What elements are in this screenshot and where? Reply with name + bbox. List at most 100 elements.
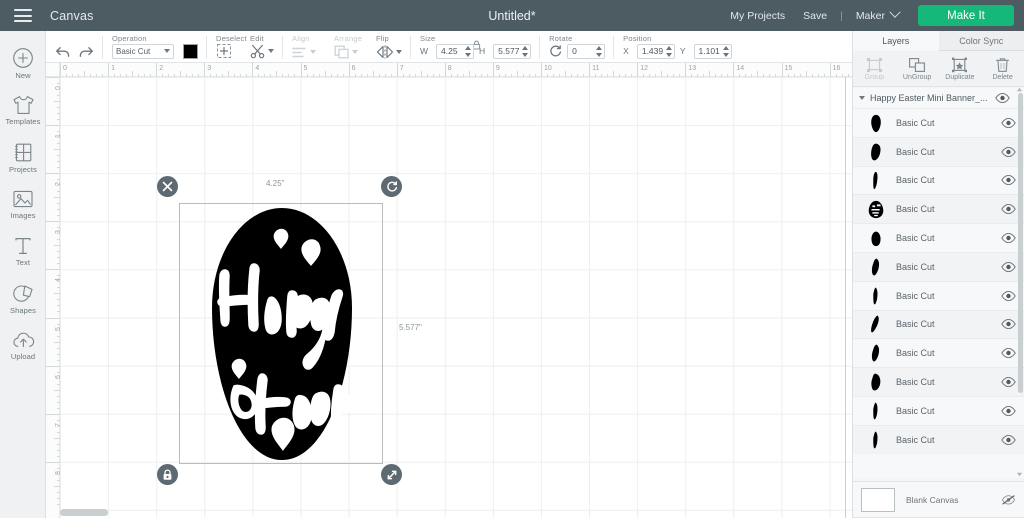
ungroup-button[interactable]: UnGroup [896, 51, 939, 86]
tab-layers[interactable]: Layers [853, 31, 939, 51]
edit-toolbar: Operation Basic Cut Deselect Edit Align … [46, 31, 852, 63]
width-stepper[interactable] [465, 45, 472, 57]
undo-icon[interactable] [55, 45, 72, 59]
layer-row[interactable]: Basic Cut [853, 395, 1024, 425]
rotate-icon[interactable] [549, 44, 562, 58]
redo-icon[interactable] [77, 45, 94, 59]
group-button[interactable]: Group [853, 51, 896, 86]
eye-icon[interactable] [1001, 290, 1016, 301]
make-it-button[interactable]: Make It [918, 5, 1014, 26]
eye-icon[interactable] [1001, 204, 1016, 215]
eye-icon[interactable] [1001, 261, 1016, 272]
layer-row[interactable]: Basic Cut [853, 223, 1024, 252]
chevron-down-icon [889, 6, 901, 18]
ruler-subtick [144, 74, 146, 77]
layer-row[interactable]: Basic Cut [853, 367, 1024, 396]
my-projects-button[interactable]: My Projects [721, 10, 794, 22]
layer-group-row[interactable]: Happy Easter Mini Banner_... [853, 88, 1024, 108]
ruler-subtick [57, 233, 60, 235]
ruler-subtick [462, 74, 464, 77]
resize-selection-handle[interactable] [381, 464, 402, 485]
edit-menu-button[interactable] [250, 44, 274, 59]
rotate-selection-handle[interactable] [381, 176, 402, 197]
blank-canvas-row[interactable]: Blank Canvas [853, 481, 1024, 517]
layer-row[interactable]: Basic Cut [853, 108, 1024, 137]
layer-row[interactable]: Basic Cut [853, 194, 1024, 224]
ruler-subtick [757, 71, 759, 77]
sidebar-item-new[interactable]: New [0, 40, 46, 87]
eye-icon[interactable] [1001, 319, 1016, 330]
eye-icon[interactable] [1001, 377, 1016, 388]
layer-name: Basic Cut [896, 261, 935, 272]
eye-icon[interactable] [995, 93, 1010, 103]
position-y-stepper[interactable] [722, 45, 729, 57]
layer-row[interactable]: Basic Cut [853, 424, 1024, 454]
layer-thumbnail [865, 313, 887, 335]
ruler-subtick [72, 74, 74, 77]
ruler-subtick [57, 119, 60, 121]
eye-icon[interactable] [1001, 117, 1016, 128]
chevron-down-icon[interactable] [859, 96, 865, 100]
sidebar-item-templates[interactable]: Templates [0, 87, 46, 134]
sidebar-item-text[interactable]: Text [0, 228, 46, 275]
blank-canvas-swatch[interactable] [861, 487, 895, 512]
layer-row[interactable]: Basic Cut [853, 338, 1024, 368]
layer-row[interactable]: Basic Cut [853, 136, 1024, 166]
sidebar-item-upload[interactable]: Upload [0, 322, 46, 369]
rotate-stepper[interactable] [596, 45, 603, 57]
sidebar-item-images[interactable]: Images [0, 181, 46, 228]
duplicate-button[interactable]: Duplicate [939, 51, 982, 86]
layers-list[interactable]: Happy Easter Mini Banner_... Basic Cut Ba… [853, 88, 1024, 478]
flip-menu-button[interactable] [376, 45, 402, 59]
delete-button[interactable]: Delete [981, 51, 1024, 86]
ruler-subtick [739, 74, 741, 77]
ruler-tick [46, 77, 60, 78]
layers-scrollbar[interactable] [1018, 93, 1023, 393]
ruler-subtick [54, 101, 60, 103]
eye-icon[interactable] [1001, 405, 1016, 416]
machine-selector[interactable]: Maker [847, 6, 908, 22]
artwork-happy-easter-egg[interactable] [180, 204, 384, 465]
eye-off-icon[interactable] [1001, 494, 1016, 505]
color-swatch-button[interactable] [183, 43, 198, 59]
eye-icon[interactable] [1001, 146, 1016, 157]
layer-row[interactable]: Basic Cut [853, 165, 1024, 195]
position-x-stepper[interactable] [665, 45, 672, 57]
ruler-tick [60, 63, 61, 77]
scroll-down-arrow-icon[interactable] [1016, 471, 1023, 478]
tab-color-sync[interactable]: Color Sync [938, 31, 1024, 51]
eye-icon[interactable] [1001, 348, 1016, 359]
save-button[interactable]: Save [794, 10, 836, 22]
layer-thumbnail [865, 256, 887, 278]
design-canvas[interactable]: 012345678910111213141516 012345678 [46, 63, 852, 518]
ruler-subtick [57, 311, 60, 313]
layer-row[interactable]: Basic Cut [853, 309, 1024, 339]
height-stepper[interactable] [522, 45, 529, 57]
hamburger-menu-icon[interactable] [14, 9, 32, 22]
deselect-icon[interactable] [216, 43, 232, 59]
align-menu-button[interactable] [292, 46, 316, 59]
ruler-subtick [414, 74, 416, 77]
height-input[interactable]: 5.577 [493, 43, 532, 59]
arrange-menu-button[interactable] [334, 45, 358, 59]
selection-bounding-box[interactable] [179, 203, 383, 464]
sidebar-item-projects[interactable]: Projects [0, 134, 46, 181]
position-x-input[interactable]: 1.439 [636, 43, 675, 59]
layer-row[interactable]: Basic Cut [853, 280, 1024, 310]
layer-row[interactable]: Basic Cut [853, 251, 1024, 281]
eye-icon[interactable] [1001, 233, 1016, 244]
width-input[interactable]: 4.25 [436, 43, 475, 59]
eye-icon[interactable] [1001, 175, 1016, 186]
scroll-up-arrow-icon[interactable] [1016, 86, 1023, 93]
sidebar-item-shapes[interactable]: Shapes [0, 275, 46, 322]
position-y-input[interactable]: 1.101 [693, 43, 732, 59]
lock-selection-handle[interactable] [157, 464, 178, 485]
eye-icon[interactable] [1001, 434, 1016, 445]
rotate-input[interactable]: 0 [567, 43, 606, 59]
ruler-subtick [625, 74, 627, 77]
ruler-subtick [150, 74, 152, 77]
horizontal-scrollbar[interactable] [60, 509, 108, 516]
delete-selection-handle[interactable] [157, 176, 178, 197]
operation-select[interactable]: Basic Cut [112, 43, 174, 59]
ruler-subtick [751, 74, 753, 77]
